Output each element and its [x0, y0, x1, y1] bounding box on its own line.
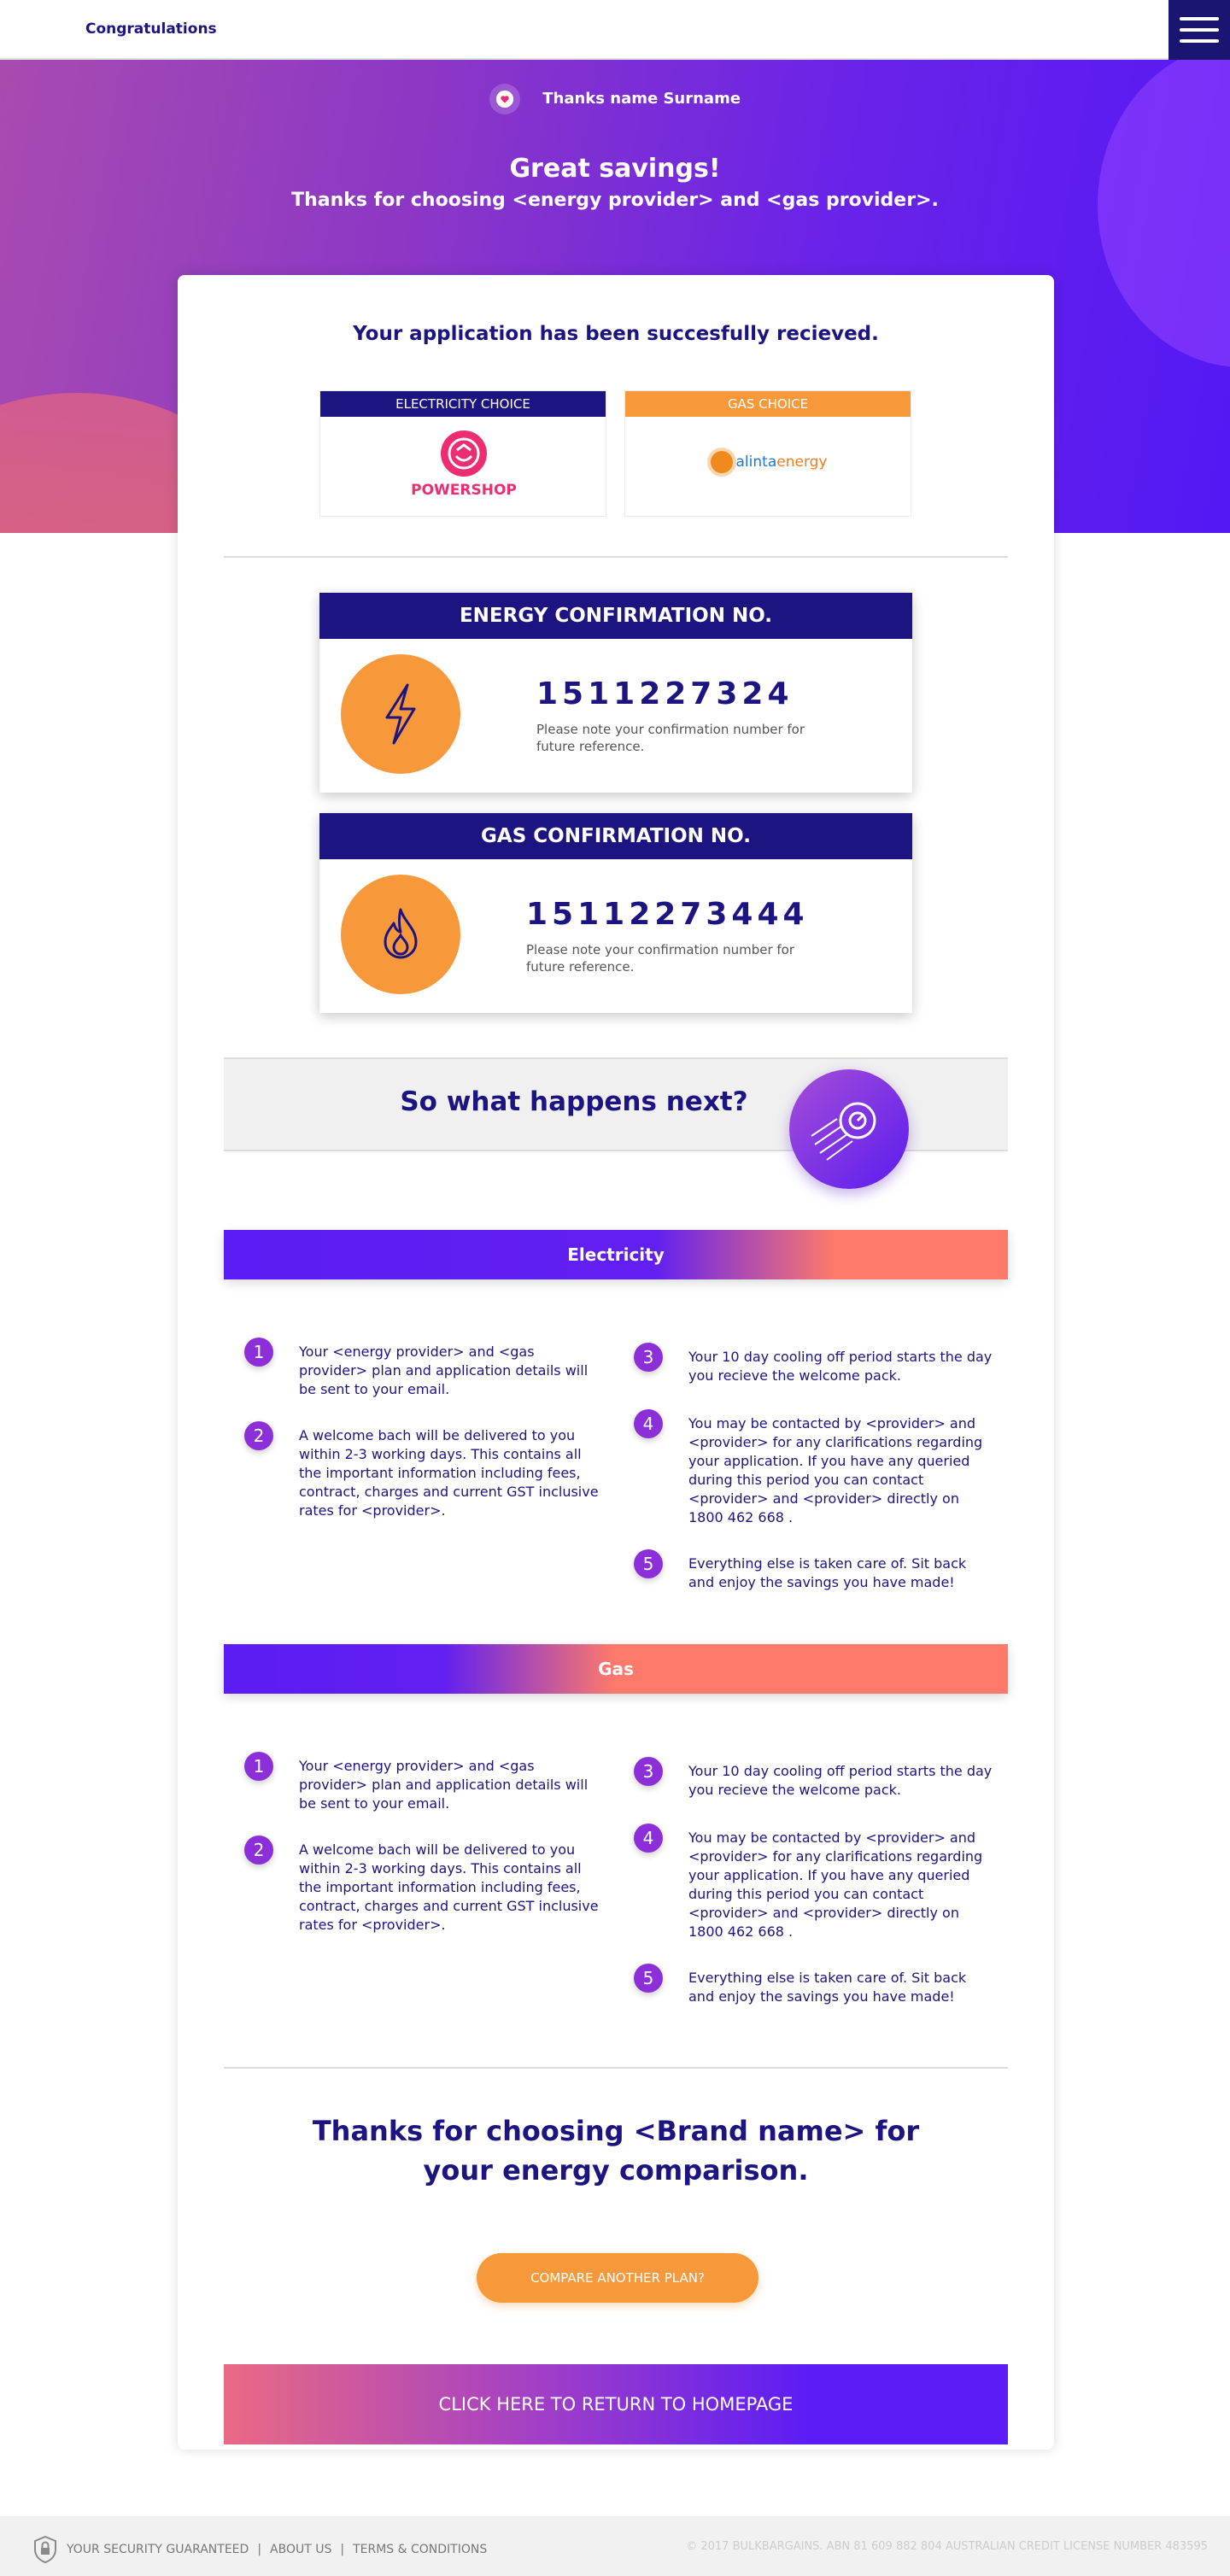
- powershop-wordmark: POWERSHOP: [411, 482, 517, 499]
- step-text: Your <energy provider> and <gas provider…: [299, 1344, 589, 1397]
- electricity-step-1: 1 Your <energy provider> and <gas provid…: [244, 1338, 603, 1399]
- step-number: 1: [244, 1752, 273, 1781]
- menu-button[interactable]: [1168, 0, 1230, 60]
- hero-title: Great savings!: [509, 154, 721, 184]
- gas-confirmation-box: GAS CONFIRMATION NO. 15112273444 Please …: [319, 813, 912, 1013]
- lightning-icon: [341, 654, 460, 774]
- gas-confirmation-note: Please note your confirmation number for…: [526, 942, 795, 975]
- gas-step-2: 2 A welcome bach will be delivered to yo…: [244, 1835, 603, 1935]
- step-number: 5: [634, 1549, 663, 1578]
- gas-choice-label: GAS CHOICE: [625, 391, 911, 417]
- gas-confirmation-number: 15112273444: [526, 897, 809, 932]
- terms-link[interactable]: TERMS & CONDITIONS: [353, 2543, 487, 2556]
- step-text: Everything else is taken care of. Sit ba…: [688, 1970, 967, 2005]
- step-number: 3: [634, 1757, 663, 1786]
- page: Congratulations Thanks name Surname Grea…: [0, 0, 1230, 2576]
- user-name: Thanks name Surname: [542, 90, 741, 108]
- energy-confirmation-note: Please note your confirmation number for…: [536, 722, 805, 754]
- hamburger-icon-line: [1180, 28, 1219, 32]
- gas-step-5: 5 Everything else is taken care of. Sit …: [634, 1964, 993, 2006]
- alinta-energy-logo: alintaenergy: [625, 451, 912, 473]
- electricity-choice: ELECTRICITY CHOICE POWERSHOP: [319, 390, 606, 517]
- step-number: 2: [244, 1421, 273, 1450]
- step-text: Your <energy provider> and <gas provider…: [299, 1758, 589, 1812]
- footer-separator: |: [257, 2543, 262, 2556]
- footer: YOUR SECURITY GUARANTEED | ABOUT US | TE…: [0, 2516, 1230, 2576]
- electricity-choice-label: ELECTRICITY CHOICE: [320, 391, 606, 417]
- step-number: 4: [634, 1409, 663, 1438]
- gas-confirmation-title: GAS CONFIRMATION NO.: [319, 813, 912, 859]
- step-text: You may be contacted by <provider> and <…: [688, 1830, 983, 1940]
- step-number: 3: [634, 1343, 663, 1372]
- flame-icon: [341, 875, 460, 994]
- copyright: © 2017 BULKBARGAINS. ABN 81 609 882 804 …: [686, 2540, 1208, 2553]
- breadcrumb: Congratulations: [85, 20, 217, 38]
- hamburger-icon-line: [1180, 39, 1219, 43]
- energy-confirmation-number: 1511227324: [536, 676, 794, 711]
- gas-choice: GAS CHOICE alintaenergy: [624, 390, 911, 517]
- alinta-wordmark: alinta: [735, 454, 777, 471]
- alinta-sun-icon: [710, 451, 733, 473]
- step-text: A welcome bach will be delivered to you …: [299, 1427, 599, 1519]
- divider: [224, 2067, 1008, 2069]
- step-text: Your 10 day cooling off period starts th…: [688, 1763, 993, 1798]
- gas-step-1: 1 Your <energy provider> and <gas provid…: [244, 1752, 603, 1813]
- user-greeting: Thanks name Surname: [0, 84, 1230, 114]
- step-number: 1: [244, 1338, 273, 1367]
- energy-confirmation-title: ENERGY CONFIRMATION NO.: [319, 593, 912, 639]
- electricity-step-2: 2 A welcome bach will be delivered to yo…: [244, 1421, 603, 1520]
- closing-thanks-line-1: Thanks for choosing <Brand name> for: [312, 2115, 920, 2147]
- security-link[interactable]: YOUR SECURITY GUARANTEED: [67, 2543, 249, 2556]
- step-text: You may be contacted by <provider> and <…: [688, 1415, 983, 1525]
- return-to-homepage-button[interactable]: CLICK HERE TO RETURN TO HOMEPAGE: [224, 2364, 1008, 2444]
- what-happens-next-banner: So what happens next?: [224, 1057, 1008, 1189]
- closing-thanks-line-2: your energy comparison.: [423, 2154, 809, 2187]
- shield-lock-icon: [34, 2535, 56, 2564]
- energy-wordmark: energy: [776, 454, 828, 471]
- application-received-heading: Your application has been succesfully re…: [353, 323, 879, 345]
- footer-links: YOUR SECURITY GUARANTEED | ABOUT US | TE…: [32, 2535, 487, 2564]
- top-bar: Congratulations: [0, 0, 1230, 60]
- confirmation-card: Your application has been succesfully re…: [178, 275, 1054, 2450]
- meter-icon: [789, 1069, 909, 1189]
- electricity-step-4: 4 You may be contacted by <provider> and…: [634, 1409, 993, 1527]
- gas-step-4: 4 You may be contacted by <provider> and…: [634, 1824, 993, 1941]
- step-text: A welcome bach will be delivered to you …: [299, 1841, 599, 1933]
- closing-thanks: Thanks for choosing <Brand name> for you…: [178, 2111, 1054, 2190]
- electricity-section-header: Electricity: [224, 1230, 1008, 1279]
- step-text: Your 10 day cooling off period starts th…: [688, 1349, 993, 1384]
- step-number: 4: [634, 1824, 663, 1853]
- step-number: 5: [634, 1964, 663, 1993]
- gas-step-3: 3 Your 10 day cooling off period starts …: [634, 1757, 993, 1800]
- hamburger-icon: [1180, 17, 1219, 20]
- compare-another-plan-button[interactable]: COMPARE ANOTHER PLAN?: [477, 2253, 758, 2303]
- gas-section-header: Gas: [224, 1644, 1008, 1694]
- footer-separator: |: [340, 2543, 345, 2556]
- divider: [224, 556, 1008, 558]
- about-us-link[interactable]: ABOUT US: [270, 2543, 331, 2556]
- powershop-icon: [441, 430, 487, 477]
- powershop-logo: POWERSHOP: [320, 430, 607, 499]
- hero-subtitle: Thanks for choosing <energy provider> an…: [291, 190, 939, 211]
- step-text: Everything else is taken care of. Sit ba…: [688, 1555, 967, 1590]
- step-number: 2: [244, 1835, 273, 1865]
- electricity-step-5: 5 Everything else is taken care of. Sit …: [634, 1549, 993, 1592]
- energy-confirmation-box: ENERGY CONFIRMATION NO. 1511227324 Pleas…: [319, 593, 912, 793]
- user-heart-icon: [489, 84, 520, 114]
- electricity-step-3: 3 Your 10 day cooling off period starts …: [634, 1343, 993, 1385]
